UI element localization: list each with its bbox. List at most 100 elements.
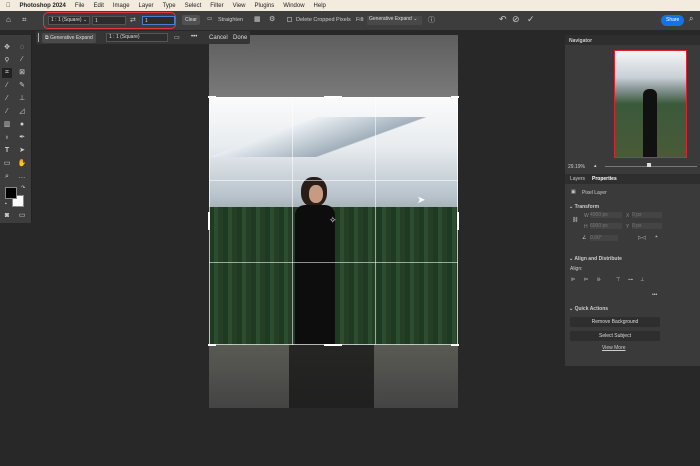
home-icon[interactable]: ⌂ [6, 15, 11, 24]
info-icon[interactable]: ⓘ [428, 15, 435, 25]
healing-brush-icon[interactable]: ✎ [17, 81, 27, 91]
marquee-tool-icon[interactable]: ◌ [17, 43, 27, 53]
menu-select[interactable]: Select [185, 3, 202, 9]
zoom-tool-icon[interactable]: ⌕ [2, 172, 12, 182]
grid-overlay-icon[interactable]: ▦ [254, 15, 261, 23]
crop-handle-left[interactable] [208, 212, 210, 230]
gear-icon[interactable]: ⚙ [269, 15, 275, 23]
ratio-select[interactable]: 1 : 1 (Square) ⌄ [48, 16, 90, 25]
transform-header[interactable]: ⌄ Transform [569, 204, 599, 210]
align-more-button[interactable]: ••• [652, 292, 657, 298]
tab-layers[interactable]: Layers [570, 176, 585, 182]
tab-properties[interactable]: Properties [592, 176, 617, 182]
flip-vertical-icon[interactable]: ⩡ [655, 234, 658, 240]
swap-colors-icon[interactable]: ↷ [21, 185, 25, 191]
eyedropper-icon[interactable]: ⁄ [2, 81, 12, 91]
clear-button[interactable]: Clear [182, 15, 200, 25]
align-center-v-icon[interactable]: ⊶ [628, 277, 633, 283]
remove-background-button[interactable]: Remove Background [570, 317, 660, 327]
ratio-width-input[interactable] [92, 16, 126, 25]
taskbar-grip[interactable] [38, 33, 39, 42]
stamp-tool-icon[interactable]: ⊥ [17, 94, 27, 104]
menu-view[interactable]: View [233, 3, 246, 9]
fill-select[interactable]: Generative Expand ⌄ [367, 16, 422, 25]
menu-window[interactable]: Window [283, 3, 304, 9]
context-ratio-select[interactable]: 1 : 1 (Square) [106, 33, 168, 42]
menu-edit[interactable]: Edit [94, 3, 104, 9]
align-top-icon[interactable]: ⊤ [616, 277, 620, 283]
menu-image[interactable]: Image [113, 3, 130, 9]
crop-handle-right[interactable] [457, 212, 459, 230]
align-right-icon[interactable]: ⊪ [597, 277, 601, 283]
crop-handle-top[interactable] [324, 96, 342, 98]
menu-plugins[interactable]: Plugins [255, 3, 275, 9]
align-distribute-header[interactable]: ⌄ Align and Distribute [569, 256, 622, 262]
x-field[interactable]: 0 px [632, 212, 662, 218]
crop-handle-bottom[interactable] [324, 344, 342, 346]
apple-icon[interactable]:  [6, 3, 11, 9]
eraser-icon[interactable]: ◿ [17, 107, 27, 117]
navigator-tab[interactable]: Navigator [569, 38, 592, 44]
more-button[interactable]: ••• [191, 34, 197, 40]
align-bottom-icon[interactable]: ⊥ [640, 277, 644, 283]
more-tools-icon[interactable]: … [17, 172, 27, 182]
navigator-thumbnail[interactable] [614, 50, 687, 158]
swap-icon[interactable]: ⇄ [130, 16, 136, 24]
straighten-icon[interactable]: ▭ [207, 16, 212, 22]
flip-horizontal-icon[interactable]: ▷◁ [638, 235, 646, 241]
rectangle-tool-icon[interactable]: ▭ [2, 159, 12, 169]
magic-wand-icon[interactable]: ⁄ [17, 55, 27, 65]
gradient-tool-icon[interactable]: ▥ [2, 120, 12, 130]
quick-actions-header[interactable]: ⌄ Quick Actions [569, 306, 608, 312]
frame-tool-icon[interactable]: ⊠ [17, 68, 27, 78]
pen-tool-icon[interactable]: ✒ [17, 133, 27, 143]
delete-cropped-checkbox[interactable] [287, 17, 292, 22]
view-more-link[interactable]: View More [602, 345, 626, 351]
link-icon[interactable]: ⛓ [572, 217, 578, 223]
app-name[interactable]: Photoshop 2024 [20, 3, 66, 9]
menu-type[interactable]: Type [163, 3, 176, 9]
angle-field[interactable]: 0.00° [590, 235, 618, 241]
document-canvas[interactable]: ✧ ➤ [208, 35, 459, 408]
move-tool-icon[interactable]: ✥ [2, 43, 12, 53]
blur-tool-icon[interactable]: ● [17, 120, 27, 130]
lasso-tool-icon[interactable]: ϙ [2, 55, 12, 65]
straighten-label[interactable]: Straighten [218, 17, 243, 23]
history-brush-icon[interactable]: ⁄ [2, 107, 12, 117]
menu-file[interactable]: File [75, 3, 85, 9]
ratio-height-input[interactable] [142, 16, 175, 25]
share-button[interactable]: Share [661, 15, 685, 26]
crop-handle-bottom-left[interactable] [208, 344, 216, 346]
brush-tool-icon[interactable]: ⁄ [2, 94, 12, 104]
commit-check-icon[interactable]: ✓ [527, 14, 535, 25]
align-left-icon[interactable]: ⊫ [571, 277, 575, 283]
crop-handle-top-right[interactable] [451, 96, 459, 98]
straighten-icon[interactable]: ▭ [174, 34, 180, 41]
y-field[interactable]: 0 px [632, 223, 662, 229]
crop-handle-bottom-right[interactable] [451, 344, 459, 346]
crop-handle-top-left[interactable] [208, 96, 216, 98]
menu-filter[interactable]: Filter [210, 3, 223, 9]
generative-expand-button[interactable]: ⧉ Generative Expand [42, 32, 96, 43]
hand-tool-icon[interactable]: ✋ [17, 159, 27, 169]
zoom-out-icon[interactable]: ▴ [594, 163, 597, 169]
zoom-slider[interactable] [605, 166, 697, 167]
cancel-icon[interactable]: ⊘ [512, 14, 520, 25]
height-field[interactable]: 6000 px [590, 223, 622, 229]
width-field[interactable]: 4000 px [590, 212, 622, 218]
crop-tool-icon[interactable]: ⌗ [2, 68, 12, 78]
foreground-color-swatch[interactable] [5, 187, 17, 199]
path-select-icon[interactable]: ➤ [17, 146, 27, 156]
align-center-h-icon[interactable]: ⊨ [584, 277, 588, 283]
menu-help[interactable]: Help [314, 3, 326, 9]
menu-layer[interactable]: Layer [139, 3, 154, 9]
undo-icon[interactable]: ↶ [499, 14, 507, 25]
dodge-tool-icon[interactable]: ♁ [2, 133, 12, 143]
default-colors-icon[interactable]: ▪ [5, 201, 7, 207]
quick-mask-icon[interactable]: ◙ [2, 211, 12, 221]
done-button[interactable]: Done [233, 35, 247, 41]
type-tool-icon[interactable]: T [2, 146, 12, 156]
zoom-level[interactable]: 29.19% [568, 164, 585, 170]
screen-mode-icon[interactable]: ▭ [17, 211, 27, 221]
select-subject-button[interactable]: Select Subject [570, 331, 660, 341]
